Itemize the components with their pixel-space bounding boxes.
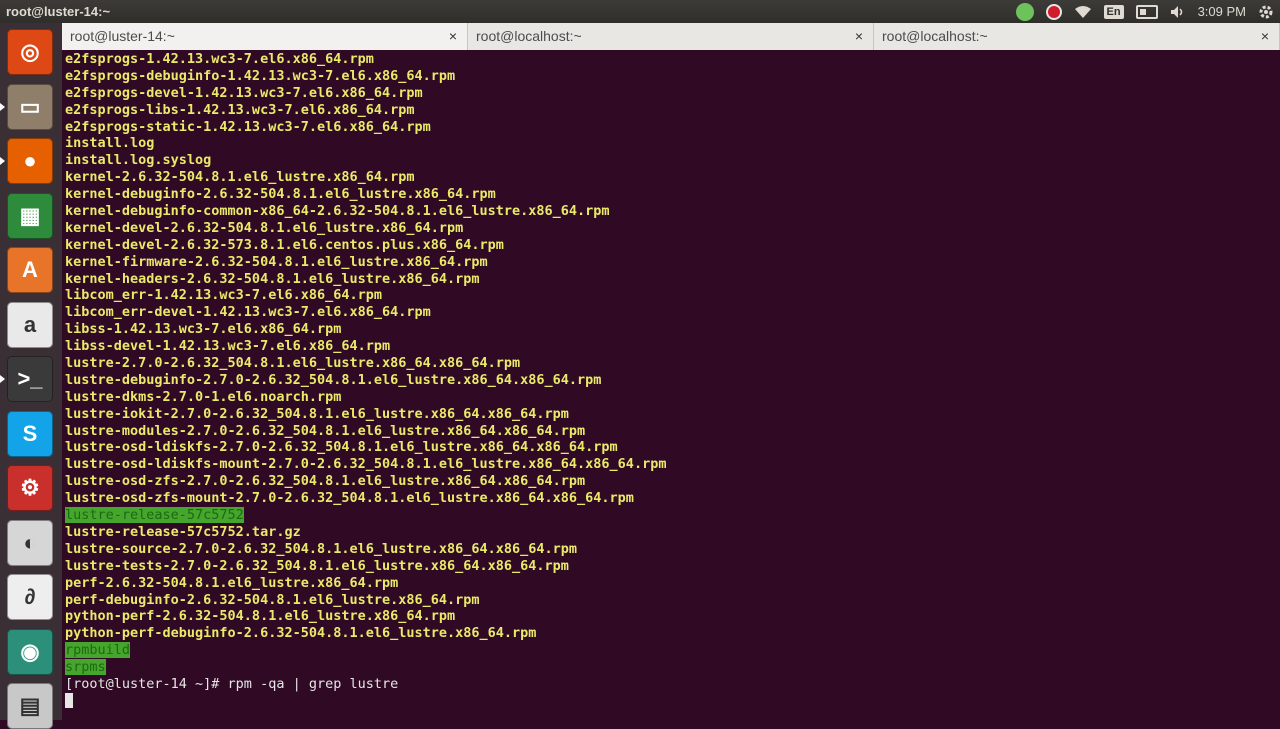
terminal-line: kernel-devel-2.6.32-573.8.1.el6.centos.p…: [65, 236, 504, 253]
amazon-icon[interactable]: a: [7, 301, 53, 348]
terminal-line: kernel-devel-2.6.32-504.8.1.el6_lustre.x…: [65, 219, 464, 236]
terminal-line: lustre-modules-2.7.0-2.6.32_504.8.1.el6_…: [65, 422, 586, 439]
terminal-line: install.log.syslog: [65, 152, 212, 169]
terminal-line: lustre-dkms-2.7.0-1.el6.noarch.rpm: [65, 388, 342, 405]
tab-label: root@luster-14:~: [70, 28, 175, 44]
skype-icon[interactable]: S: [7, 410, 53, 457]
tab-label: root@localhost:~: [882, 28, 988, 44]
text-cursor: [65, 693, 73, 709]
terminal-line: libss-1.42.13.wc3-7.el6.x86_64.rpm: [65, 321, 342, 338]
update-indicator-icon[interactable]: [1045, 3, 1062, 20]
terminal-line: lustre-osd-zfs-mount-2.7.0-2.6.32_504.8.…: [65, 490, 634, 507]
cursor-line: [65, 693, 666, 710]
terminal-line: lustre-2.7.0-2.6.32_504.8.1.el6_lustre.x…: [65, 355, 521, 372]
files-icon[interactable]: ▭: [7, 83, 53, 130]
terminal-line: lustre-osd-ldiskfs-mount-2.7.0-2.6.32_50…: [65, 456, 667, 473]
keyboard-layout-indicator[interactable]: En: [1103, 4, 1124, 19]
system-settings-icon[interactable]: ⚙: [7, 465, 53, 511]
terminal-line-directory: srpms: [65, 659, 106, 676]
terminal-line-directory: rpmbuild: [65, 642, 131, 659]
terminal-line: python-perf-debuginfo-2.6.32-504.8.1.el6…: [65, 625, 537, 642]
terminal-line: libcom_err-devel-1.42.13.wc3-7.el6.x86_6…: [65, 304, 431, 321]
terminal-line: kernel-2.6.32-504.8.1.el6_lustre.x86_64.…: [65, 169, 415, 186]
terminal-line: e2fsprogs-libs-1.42.13.wc3-7.el6.x86_64.…: [65, 101, 415, 118]
battery-icon[interactable]: [1135, 4, 1158, 19]
terminal-line: lustre-osd-ldiskfs-2.7.0-2.6.32_504.8.1.…: [65, 439, 618, 456]
messaging-indicator-icon[interactable]: [1015, 2, 1034, 21]
running-app-indicator: [0, 375, 5, 383]
volume-icon[interactable]: [1170, 5, 1186, 19]
software-center-icon[interactable]: A: [7, 247, 53, 293]
camera-icon[interactable]: ◉: [7, 628, 53, 675]
terminal-line: e2fsprogs-debuginfo-1.42.13.wc3-7.el6.x8…: [65, 67, 456, 84]
terminal-line: e2fsprogs-devel-1.42.13.wc3-7.el6.x86_64…: [65, 84, 423, 101]
window-title: root@luster-14:~: [6, 4, 111, 19]
terminal-tab[interactable]: root@localhost:~ ×: [468, 23, 874, 50]
terminal-line: kernel-debuginfo-common-x86_64-2.6.32-50…: [65, 203, 610, 220]
top-panel: root@luster-14:~ En 3:09 PM: [0, 0, 1280, 23]
terminal-line: lustre-source-2.7.0-2.6.32_504.8.1.el6_l…: [65, 540, 578, 557]
terminal-line: lustre-debuginfo-2.7.0-2.6.32_504.8.1.el…: [65, 371, 602, 388]
session-gear-icon[interactable]: [1258, 4, 1274, 20]
firefox-icon[interactable]: ●: [7, 138, 53, 184]
terminal-line: kernel-debuginfo-2.6.32-504.8.1.el6_lust…: [65, 186, 496, 203]
terminal-line: install.log: [65, 135, 155, 152]
trash-icon[interactable]: ▤: [7, 683, 53, 729]
terminal-line-directory: lustre-release-57c5752: [65, 507, 244, 524]
terminal-line: python-perf-2.6.32-504.8.1.el6_lustre.x8…: [65, 608, 456, 625]
media-player-icon[interactable]: ◐: [7, 519, 53, 566]
ubuntu-dash-icon[interactable]: ◎: [7, 29, 53, 75]
terminal-tab[interactable]: root@localhost:~ ×: [874, 23, 1280, 50]
command-prompt: [root@luster-14 ~]# rpm -qa | grep lustr…: [65, 675, 399, 692]
close-tab-icon[interactable]: ×: [449, 23, 457, 49]
running-app-indicator: [0, 157, 5, 165]
terminal-line: lustre-release-57c5752.tar.gz: [65, 523, 301, 540]
terminal-line: lustre-osd-zfs-2.7.0-2.6.32_504.8.1.el6_…: [65, 473, 586, 490]
terminal-line: lustre-tests-2.7.0-2.6.32_504.8.1.el6_lu…: [65, 557, 569, 574]
terminal-icon[interactable]: >_: [7, 356, 53, 402]
terminal-line: e2fsprogs-1.42.13.wc3-7.el6.x86_64.rpm: [65, 51, 374, 67]
terminal-line: libcom_err-1.42.13.wc3-7.el6.x86_64.rpm: [65, 287, 382, 304]
terminal-output[interactable]: e2fsprogs-1.42.13.wc3-7.el6.x86_64.rpm e2…: [62, 50, 1280, 720]
running-app-indicator: [0, 102, 5, 111]
terminal-line: libss-devel-1.42.13.wc3-7.el6.x86_64.rpm: [65, 338, 391, 355]
tab-label: root@localhost:~: [476, 28, 582, 44]
terminal-line: perf-2.6.32-504.8.1.el6_lustre.x86_64.rp…: [65, 574, 399, 591]
close-tab-icon[interactable]: ×: [855, 23, 863, 49]
terminal-line: kernel-headers-2.6.32-504.8.1.el6_lustre…: [65, 270, 480, 287]
terminal-line: perf-debuginfo-2.6.32-504.8.1.el6_lustre…: [65, 591, 480, 608]
launcher: ◎ ▭ ● ▦ Aa >_ S ⚙ ◐ ∂ ◉ ▤: [0, 23, 63, 729]
terminal-lines: e2fsprogs-1.42.13.wc3-7.el6.x86_64.rpm e2…: [65, 51, 666, 710]
terminal-line: kernel-firmware-2.6.32-504.8.1.el6_lustr…: [65, 253, 488, 270]
libreoffice-calc-icon[interactable]: ▦: [7, 192, 53, 239]
wifi-icon[interactable]: [1074, 5, 1092, 19]
terminal-tab[interactable]: root@luster-14:~ ×: [62, 23, 468, 50]
terminal-line: e2fsprogs-static-1.42.13.wc3-7.el6.x86_6…: [65, 118, 431, 135]
close-tab-icon[interactable]: ×: [1261, 23, 1269, 49]
tab-bar: root@luster-14:~ × root@localhost:~ × root@l…: [62, 23, 1280, 51]
indicator-area: En 3:09 PM: [1015, 0, 1280, 23]
terminal-line: lustre-iokit-2.7.0-2.6.32_504.8.1.el6_lu…: [65, 405, 569, 422]
pdf-viewer-icon[interactable]: ∂: [7, 574, 53, 620]
clock[interactable]: 3:09 PM: [1198, 4, 1246, 19]
